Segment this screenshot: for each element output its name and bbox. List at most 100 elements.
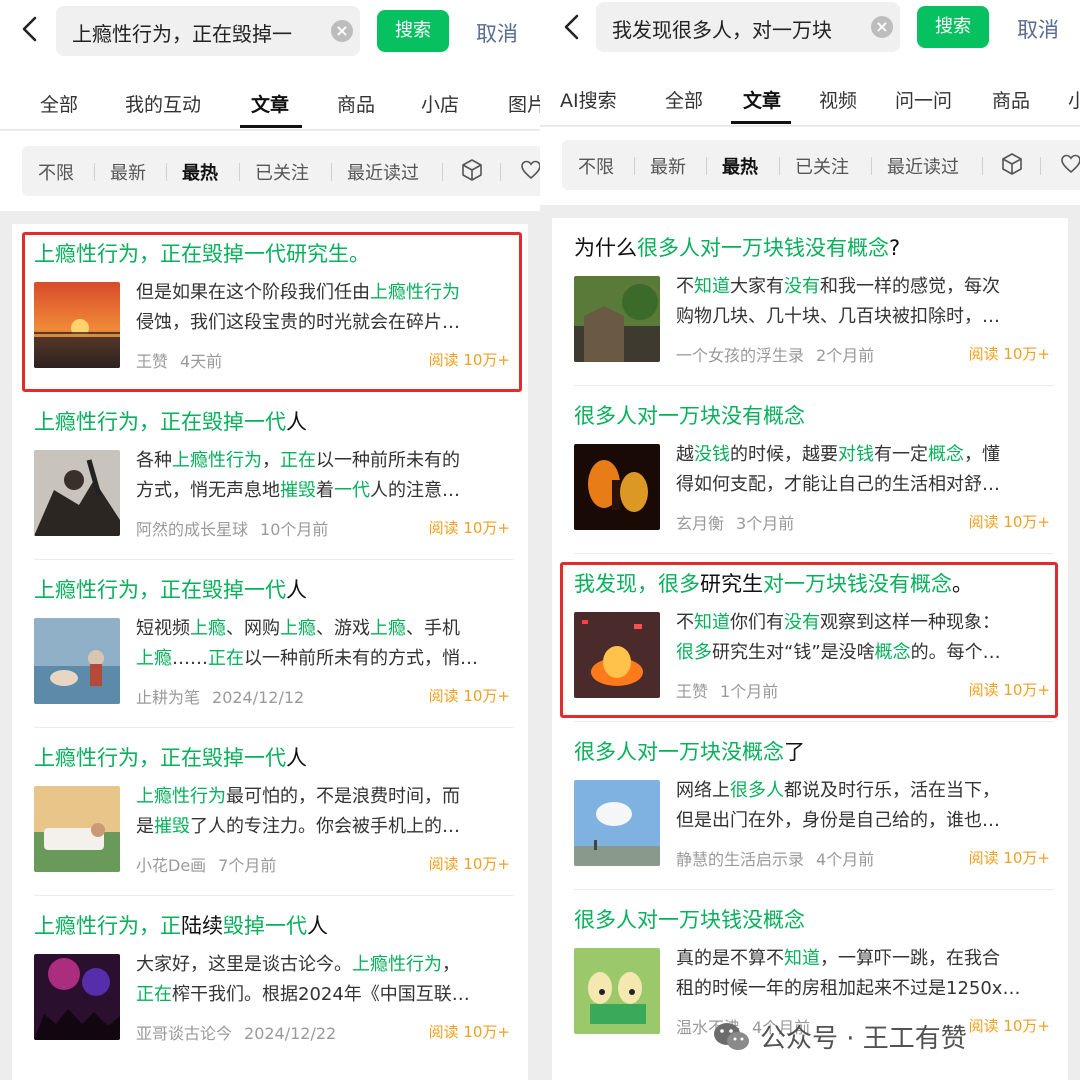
tab-ai-search[interactable]: AI搜索: [560, 86, 617, 113]
read-count: 阅读 10万+: [428, 519, 510, 537]
tab-images[interactable]: 图片: [508, 90, 540, 117]
filter-bar: 不限 最新 最热 已关注 最近读过: [22, 146, 540, 196]
article-title[interactable]: 很多人对一万块钱没概念: [574, 906, 1054, 934]
wechat-logo-icon: [714, 1023, 749, 1050]
tab-more[interactable]: 小: [1068, 86, 1080, 113]
article-thumbnail[interactable]: [574, 780, 660, 866]
article-result-card[interactable]: 上瘾性行为，正在毁掉一代人 上瘾性行为最可怕的，不是浪费时间，而 是摧毁了人的专注力…: [12, 728, 528, 896]
tab-articles[interactable]: 文章: [743, 86, 781, 113]
cube-icon[interactable]: [1000, 152, 1024, 176]
snippet-line: 租的时候一年的房租加起来不过是1250x…: [676, 978, 1021, 999]
tab-shop[interactable]: 小店: [421, 90, 459, 117]
heart-icon[interactable]: [519, 158, 540, 182]
search-input[interactable]: 我发现很多人，对一万块 ×: [596, 2, 900, 52]
article-result-card[interactable]: 很多人对一万块没有概念越没钱的时候，越要对钱有一定概念，懂 得如何支配，才能让自己…: [552, 386, 1068, 554]
filter-unlimited[interactable]: 不限: [578, 153, 614, 179]
article-title[interactable]: 上瘾性行为，正在毁掉一代人: [34, 744, 514, 772]
read-count: 阅读 10万+: [968, 1017, 1050, 1035]
clear-icon[interactable]: ×: [331, 20, 353, 42]
filter-recently-read[interactable]: 最近读过: [347, 159, 419, 185]
filter-bar: 不限 最新 最热 已关注 最近读过: [562, 140, 1080, 190]
search-button[interactable]: 搜索: [377, 10, 449, 52]
article-title[interactable]: 很多人对一万块没有概念: [574, 402, 1054, 430]
snippet-line: 购物几块、几十块、几百块被扣除时，…: [676, 306, 1000, 327]
cube-icon[interactable]: [460, 158, 484, 182]
search-query-text: 我发现很多人，对一万块: [612, 18, 832, 42]
tab-products[interactable]: 商品: [992, 86, 1030, 113]
filter-recently-read[interactable]: 最近读过: [887, 153, 959, 179]
article-author[interactable]: 止耕为笔: [136, 688, 200, 707]
cancel-button[interactable]: 取消: [1017, 14, 1059, 44]
watermark: 公众号 · 王工有赞: [760, 1024, 967, 1054]
article-thumbnail[interactable]: [34, 786, 120, 872]
article-thumbnail[interactable]: [34, 954, 120, 1040]
article-author[interactable]: 小花De画: [136, 856, 206, 875]
read-count: 阅读 10万+: [968, 849, 1050, 867]
article-thumbnail[interactable]: [574, 276, 660, 362]
article-result-card[interactable]: 很多人对一万块没概念了 网络上很多人都说及时行乐，活在当下， 但是出门在外，身份是自…: [552, 722, 1068, 890]
article-thumbnail[interactable]: [34, 450, 120, 536]
tab-all[interactable]: 全部: [665, 86, 703, 113]
snippet-line: 不知道大家有没有和我一样的感觉，每次: [676, 276, 1000, 297]
tab-bar: AI搜索 全部 文章 视频 问一问 商品 小: [540, 60, 1080, 126]
read-count: 阅读 10万+: [968, 513, 1050, 531]
tab-videos[interactable]: 视频: [819, 86, 857, 113]
snippet-line: 方式，悄无声息地摧毁着一代人的注意…: [136, 480, 460, 501]
filter-hottest[interactable]: 最热: [722, 153, 758, 179]
article-result-card[interactable]: 上瘾性行为，正在毁掉一代人各种上瘾性行为，正在以一种前所未有的 方式，悄无声息地摧…: [12, 392, 528, 560]
article-title[interactable]: 很多人对一万块没概念了: [574, 738, 1054, 766]
tab-my-interactions[interactable]: 我的互动: [125, 90, 201, 117]
filter-followed[interactable]: 已关注: [795, 153, 849, 179]
article-title[interactable]: 为什么很多人对一万块钱没有概念?: [574, 234, 1054, 262]
filter-newest[interactable]: 最新: [650, 153, 686, 179]
article-result-card[interactable]: 为什么很多人对一万块钱没有概念? 不知道大家有没有和我一样的感觉，每次 购物几块、几…: [552, 218, 1068, 386]
filter-divider: [1040, 157, 1041, 175]
back-arrow-icon[interactable]: [560, 12, 584, 42]
article-time: 10个月前: [260, 520, 329, 539]
article-time: 2个月前: [816, 346, 875, 365]
tab-all[interactable]: 全部: [40, 90, 78, 117]
filter-hottest[interactable]: 最热: [182, 159, 218, 185]
filter-followed[interactable]: 已关注: [255, 159, 309, 185]
article-title[interactable]: 上瘾性行为，正在毁掉一代人: [34, 408, 514, 436]
article-time: 2024/12/12: [212, 688, 305, 707]
filter-unlimited[interactable]: 不限: [38, 159, 74, 185]
tab-ask[interactable]: 问一问: [895, 86, 952, 113]
tab-articles[interactable]: 文章: [251, 90, 289, 117]
search-input[interactable]: 上瘾性行为，正在毁掉一 ×: [56, 6, 360, 56]
filter-newest[interactable]: 最新: [110, 159, 146, 185]
search-button[interactable]: 搜索: [917, 6, 989, 48]
snippet-line: 各种上瘾性行为，正在以一种前所未有的: [136, 450, 460, 471]
filter-divider: [706, 157, 707, 175]
article-snippet: 真的是不算不知道，一算吓一跳，在我合 租的时候一年的房租加起来不过是1250x…: [676, 944, 1050, 1004]
article-thumbnail[interactable]: [574, 444, 660, 530]
clear-icon[interactable]: ×: [871, 16, 893, 38]
cancel-button[interactable]: 取消: [476, 18, 518, 48]
article-snippet: 越没钱的时候，越要对钱有一定概念，懂 得如何支配，才能让自己的生活相对舒…: [676, 440, 1050, 500]
tab-products[interactable]: 商品: [337, 90, 375, 117]
read-count: 阅读 10万+: [968, 345, 1050, 363]
article-author[interactable]: 静慧的生活启示录: [676, 850, 804, 869]
article-title[interactable]: 上瘾性行为，正陆续毁掉一代人: [34, 912, 514, 940]
filter-divider: [871, 157, 872, 175]
snippet-line: 大家好，这里是谈古论今。上瘾性行为，: [136, 954, 460, 975]
active-tab-indicator: [240, 125, 302, 128]
article-snippet: 短视频上瘾、网购上瘾、游戏上瘾、手机 上瘾……正在以一种前所未有的方式，悄…: [136, 614, 510, 674]
article-time: 4个月前: [816, 850, 875, 869]
article-title[interactable]: 上瘾性行为，正在毁掉一代人: [34, 576, 514, 604]
article-author[interactable]: 一个女孩的浮生录: [676, 346, 804, 365]
back-arrow-icon[interactable]: [18, 14, 42, 44]
article-author[interactable]: 亚哥谈古论今: [136, 1024, 232, 1043]
article-author[interactable]: 阿然的成长星球: [136, 520, 248, 539]
read-count: 阅读 10万+: [428, 687, 510, 705]
filter-divider: [166, 163, 167, 181]
article-thumbnail[interactable]: [574, 948, 660, 1034]
article-author[interactable]: 玄月衡: [676, 514, 724, 533]
highlight-box: [560, 562, 1058, 718]
article-result-card[interactable]: 上瘾性行为，正陆续毁掉一代人 大家好，这里是谈古论今。上瘾性行为， 正在榨干我们。根…: [12, 896, 528, 1064]
filter-area: 不限 最新 最热 已关注 最近读过: [0, 131, 540, 211]
tab-bar: 全部 我的互动 文章 商品 小店 图片: [0, 66, 540, 130]
article-thumbnail[interactable]: [34, 618, 120, 704]
heart-icon[interactable]: [1059, 152, 1080, 176]
article-result-card[interactable]: 上瘾性行为，正在毁掉一代人短视频上瘾、网购上瘾、游戏上瘾、手机 上瘾……正在以一种…: [12, 560, 528, 728]
